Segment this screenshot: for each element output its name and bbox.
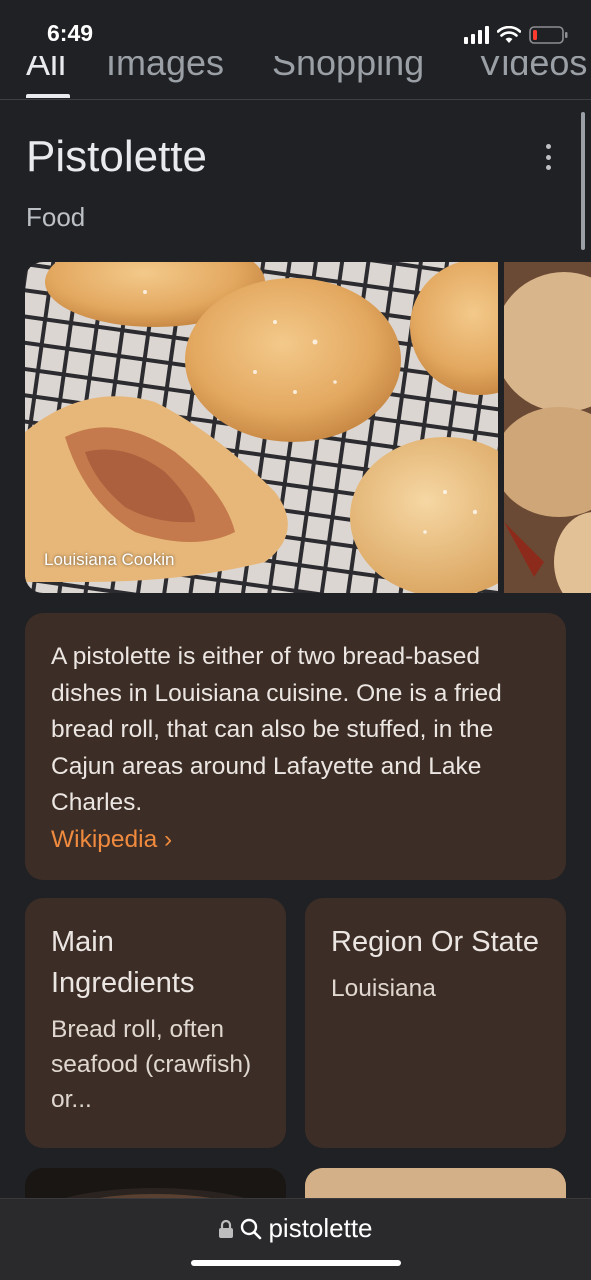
search-tabs: All Images Shopping Videos [0,56,591,100]
wifi-icon [497,26,521,43]
scrollbar[interactable] [581,112,585,250]
description-card: A pistolette is either of two bread-base… [25,613,566,880]
fact-title: Main Ingredients [51,926,195,999]
more-vert-icon[interactable] [541,144,555,170]
image-source-caption: Louisiana Cookin [44,550,175,569]
fact-title: Region Or State [331,926,539,958]
battery-icon [529,26,568,44]
status-bar: 6:49 [0,0,591,64]
home-indicator[interactable] [191,1260,401,1266]
signal-icon [464,26,489,44]
lock-icon [219,1219,234,1238]
search-icon [241,1218,262,1239]
page-title: Pistolette [26,132,207,181]
fact-value: Bread roll, often seafood (crawfish) or.… [51,1016,252,1113]
fact-card-region[interactable]: Region Or State Louisiana [305,898,566,1148]
tab-all[interactable]: All [26,56,66,84]
wikipedia-link[interactable]: Wikipedia › [51,822,172,858]
status-time: 6:49 [47,20,94,46]
fact-card-main-ingredients[interactable]: Main Ingredients Bread roll, often seafo… [25,898,286,1148]
tab-shopping[interactable]: Shopping [272,56,424,84]
entity-type: Food [26,202,86,232]
fact-value: Louisiana [331,975,436,1002]
tab-videos[interactable]: Videos [478,56,587,84]
description-text: A pistolette is either of two bread-base… [51,643,502,816]
food-image-secondary[interactable] [504,262,591,593]
address-bar[interactable]: pistolette [0,1198,591,1280]
tab-images[interactable]: Images [106,56,224,84]
food-image[interactable] [25,262,498,593]
address-query[interactable]: pistolette [268,1213,372,1244]
tab-active-indicator [26,94,70,98]
status-icons [464,24,569,46]
